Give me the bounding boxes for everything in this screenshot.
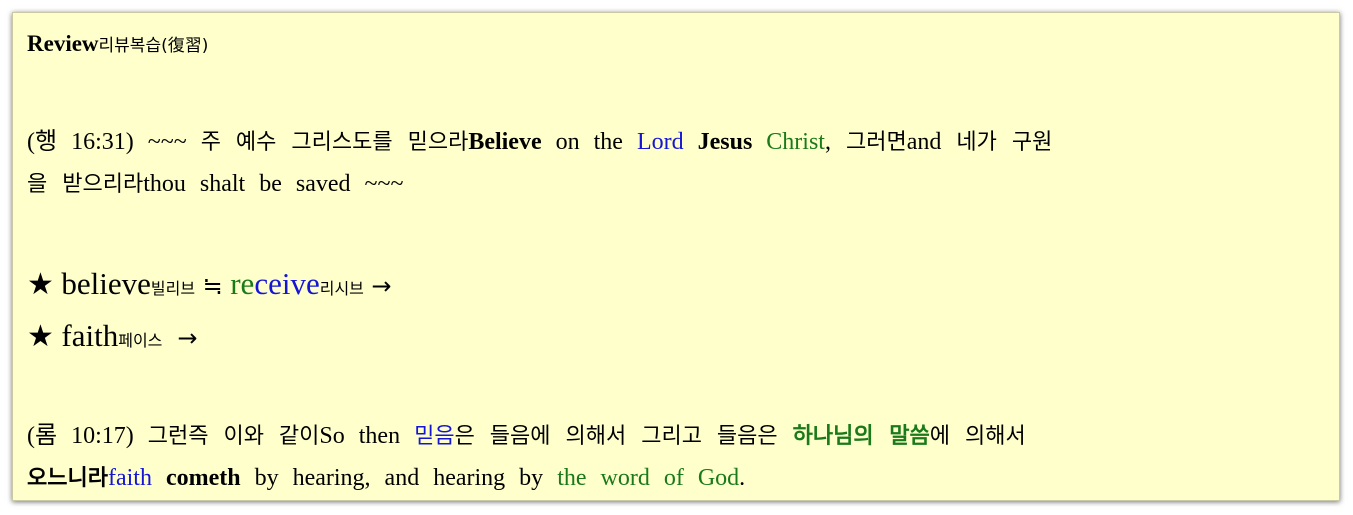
verse-korean: 은 들음에 의해서 그리고 들음은	[454, 424, 793, 449]
verse-ref: (행 16:31) ~~~	[27, 129, 201, 155]
arrow-right-icon: →	[371, 272, 392, 300]
verse-korean: 네가 구원	[941, 130, 1053, 155]
believe-line: ★ believe빌리브 ≒ receive리시브 →	[27, 266, 392, 302]
review-title: Review리뷰복습(復習)	[27, 31, 208, 57]
verse-english: thou shalt be saved ~~~	[143, 171, 404, 197]
verse-period: .	[739, 465, 746, 491]
verse-lord: Lord	[636, 129, 684, 155]
verse-english: on the	[541, 129, 637, 155]
verse-korean: 그런즉 이와 같이	[147, 424, 320, 449]
arrow-right-icon: →	[177, 324, 198, 352]
verse-acts-line-2: 을 받으리라thou shalt be saved ~~~	[27, 166, 403, 198]
verse-word-of-god-en: the word of God	[557, 465, 740, 491]
verse-korean: 을 받으리라	[27, 172, 144, 197]
verse-english: by hearing, and hearing by	[240, 465, 558, 491]
verse-korean: 주 예수 그리스도를 믿으라	[200, 130, 469, 155]
word-receive-prefix: re	[230, 266, 255, 301]
verse-korean: 에 의해서	[929, 424, 1026, 449]
star-icon: ★	[27, 268, 54, 301]
verse-korean: 그러면	[830, 130, 907, 155]
verse-and: and	[906, 129, 942, 155]
verse-romans-line-2: 오느니라faith cometh by hearing, and hearing…	[27, 460, 745, 492]
verse-faith-en: faith	[107, 465, 152, 491]
star-icon: ★	[27, 320, 54, 353]
word-receive-stem: ceive	[254, 266, 320, 301]
verse-english: So then	[319, 423, 415, 449]
pron-faith: 페이스	[118, 331, 163, 350]
verse-ref: (롬 10:17)	[27, 423, 148, 449]
verse-faith-ko: 믿음	[414, 424, 455, 449]
word-believe: believe	[61, 266, 151, 301]
verse-word-of-god-ko: 하나님의 말씀	[792, 424, 930, 449]
faith-line: ★ faith페이스 →	[27, 318, 198, 354]
verse-believe: Believe	[468, 129, 542, 155]
word-faith: faith	[61, 318, 119, 353]
review-card: Review리뷰복습(復習) (행 16:31) ~~~ 주 예수 그리스도를 …	[12, 12, 1340, 501]
verse-romans-line-1: (롬 10:17) 그런즉 이와 같이So then 믿음은 들음에 의해서 그…	[27, 415, 1026, 450]
title-en: Review	[27, 31, 99, 56]
title-ko: 리뷰복습(復習)	[98, 36, 209, 56]
pron-believe: 빌리브	[150, 279, 196, 298]
verse-cometh: cometh	[165, 465, 241, 491]
approx-symbol: ≒	[202, 272, 223, 300]
pron-receive: 리시브	[319, 279, 364, 298]
verse-acts-line-1: (행 16:31) ~~~ 주 예수 그리스도를 믿으라Believe on t…	[27, 121, 1052, 156]
verse-christ: Christ	[766, 129, 825, 155]
verse-jesus: Jesus	[697, 129, 753, 155]
verse-korean: 오느니라	[27, 466, 108, 491]
